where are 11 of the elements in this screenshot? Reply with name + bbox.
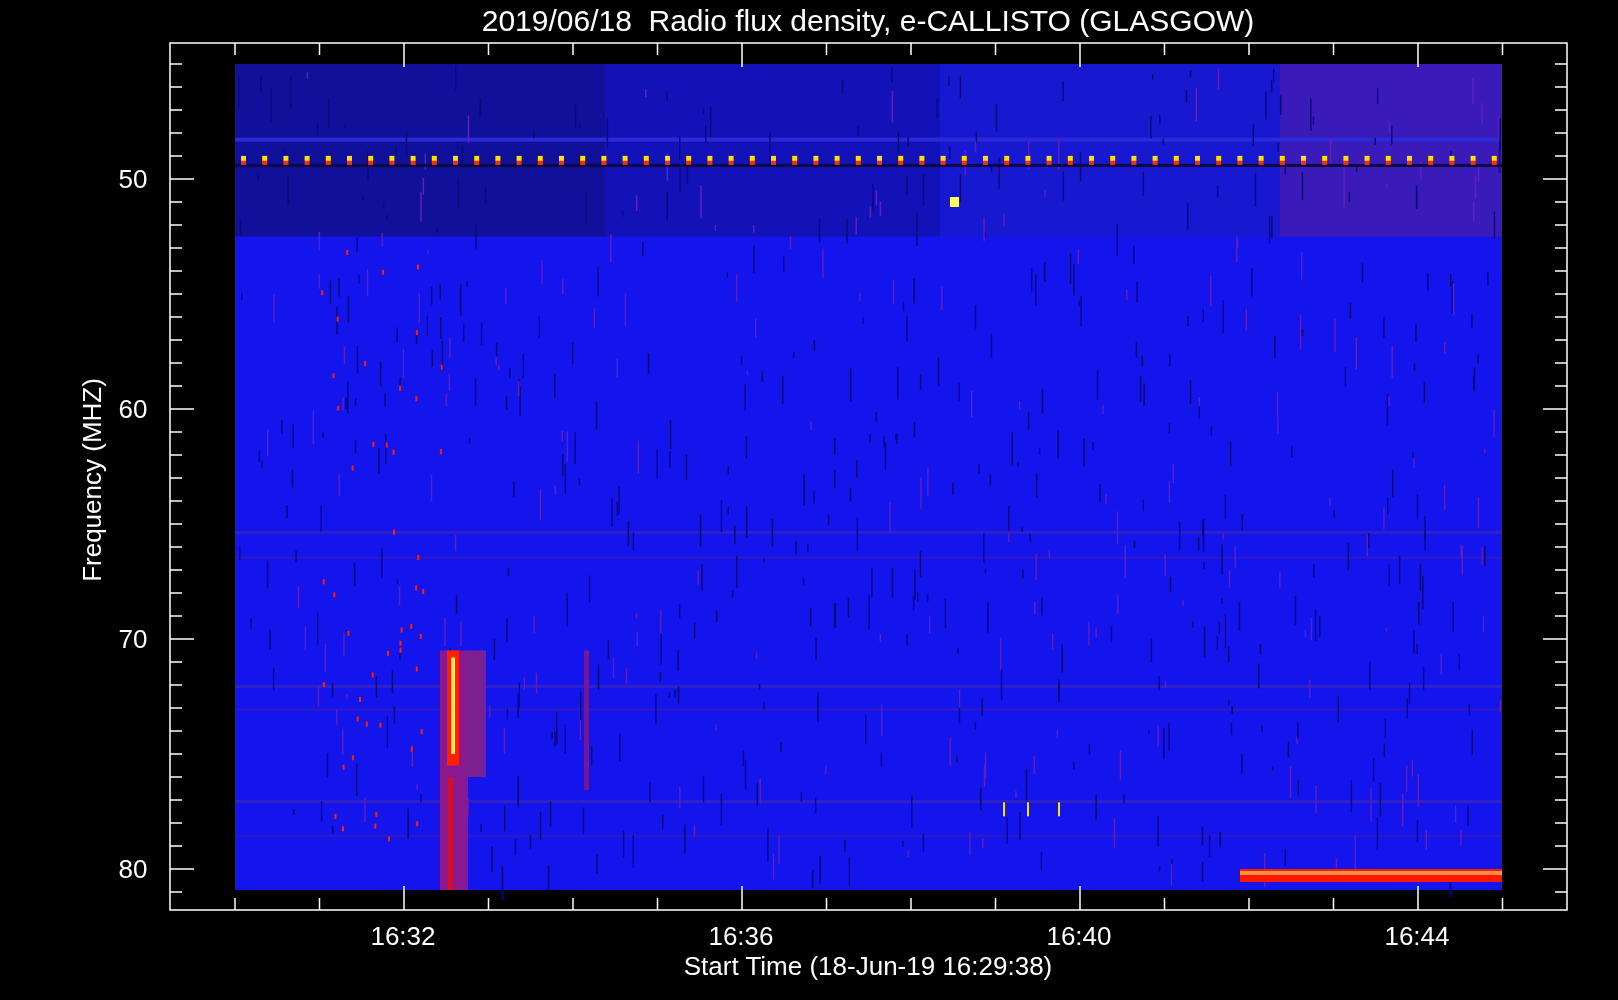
x-tick-label: 16:44 [1384, 921, 1450, 951]
y-tick-label: 60 [118, 394, 148, 424]
chart-title: 2019/06/18 Radio flux density, e-CALLISTO (GLASGOW) [481, 3, 1255, 37]
x-tick-label: 16:36 [708, 921, 774, 951]
x-tick-label: 16:40 [1046, 921, 1112, 951]
y-tick-label: 80 [118, 854, 148, 884]
y-tick-label: 50 [118, 164, 148, 194]
y-axis-title: Frequency (MHZ) [77, 378, 107, 582]
x-axis-title: Start Time (18-Jun-19 16:29:38) [683, 951, 1053, 981]
y-tick-label: 70 [118, 624, 148, 654]
x-tick-label: 16:32 [370, 921, 436, 951]
